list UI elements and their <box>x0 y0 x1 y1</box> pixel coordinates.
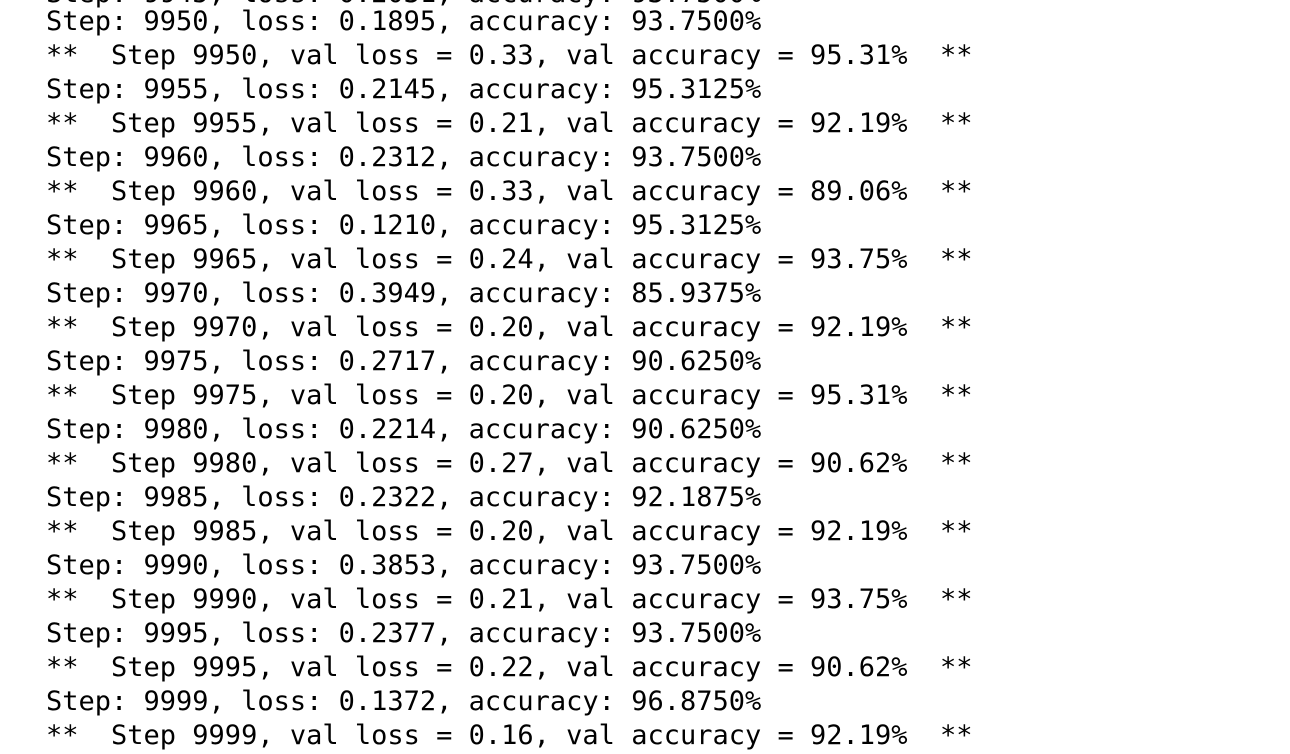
log-line-train: Step: 9960, loss: 0.2312, accuracy: 93.7… <box>46 142 762 173</box>
log-line-train: Step: 9975, loss: 0.2717, accuracy: 90.6… <box>46 346 762 377</box>
log-line-validation: ** Step 9975, val loss = 0.20, val accur… <box>46 380 973 411</box>
log-line-validation: ** Step 9995, val loss = 0.22, val accur… <box>46 652 973 683</box>
log-line-train: Step: 9995, loss: 0.2377, accuracy: 93.7… <box>46 618 762 649</box>
log-line-validation: ** Step 9980, val loss = 0.27, val accur… <box>46 448 973 479</box>
log-line-train: Step: 9955, loss: 0.2145, accuracy: 95.3… <box>46 74 762 105</box>
log-line-validation: ** Step 9960, val loss = 0.33, val accur… <box>46 176 973 207</box>
log-line-validation: ** Step 9970, val loss = 0.20, val accur… <box>46 312 973 343</box>
log-line-validation: ** Step 9950, val loss = 0.33, val accur… <box>46 40 973 71</box>
log-line-validation: ** Step 9999, val loss = 0.16, val accur… <box>46 720 973 751</box>
log-line-train: Step: 9985, loss: 0.2322, accuracy: 92.1… <box>46 482 762 513</box>
terminal-output[interactable]: Step: 9945, loss: 0.2031, accuracy: 93.7… <box>0 0 1290 754</box>
log-line-train: Step: 9990, loss: 0.3853, accuracy: 93.7… <box>46 550 762 581</box>
log-line-validation: ** Step 9955, val loss = 0.21, val accur… <box>46 108 973 139</box>
log-line-train: Step: 9980, loss: 0.2214, accuracy: 90.6… <box>46 414 762 445</box>
log-line-validation: ** Step 9965, val loss = 0.24, val accur… <box>46 244 973 275</box>
log-line-train: Step: 9965, loss: 0.1210, accuracy: 95.3… <box>46 210 762 241</box>
log-line-train: Step: 9950, loss: 0.1895, accuracy: 93.7… <box>46 6 762 37</box>
log-line-validation: ** Step 9985, val loss = 0.20, val accur… <box>46 516 973 547</box>
log-line-validation: ** Step 9990, val loss = 0.21, val accur… <box>46 584 973 615</box>
log-line-train: Step: 9999, loss: 0.1372, accuracy: 96.8… <box>46 686 762 717</box>
log-line-train: Step: 9970, loss: 0.3949, accuracy: 85.9… <box>46 278 762 309</box>
